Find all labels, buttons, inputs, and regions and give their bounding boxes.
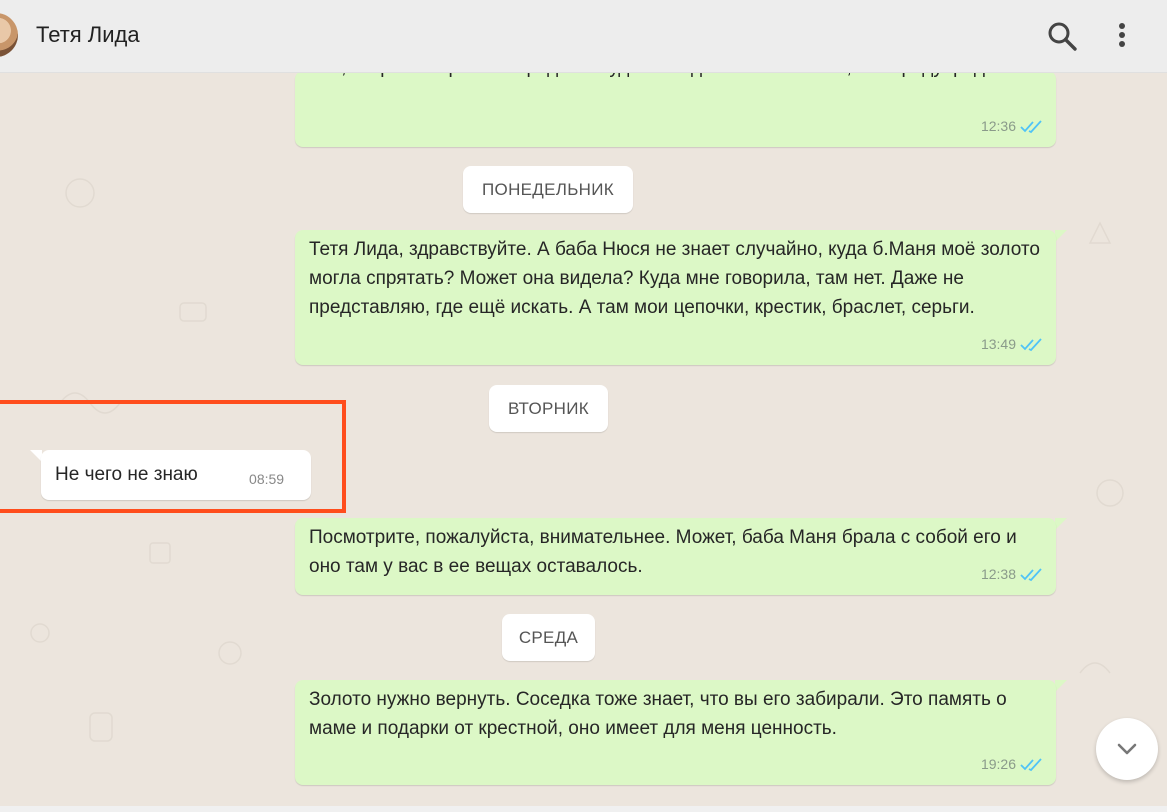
message-text: Золото нужно вернуть. Соседка тоже знает… [309, 689, 1007, 739]
message-meta: 12:36 [981, 112, 1044, 141]
contact-name[interactable]: Тетя Лида [36, 22, 140, 48]
double-check-icon [1020, 119, 1042, 133]
double-check-icon [1020, 337, 1042, 351]
chat-header: Тетя Лида [0, 0, 1167, 73]
message-meta: 12:38 [981, 560, 1044, 589]
bubble-tail [1055, 518, 1067, 530]
scroll-to-bottom-button[interactable] [1096, 718, 1158, 780]
bubble-tail [1055, 680, 1067, 692]
search-icon[interactable] [1044, 18, 1080, 54]
double-check-icon [1020, 567, 1042, 581]
message-time: 12:38 [980, 566, 1016, 582]
chevron-down-icon [1117, 743, 1137, 755]
highlight-annotation-box [0, 400, 346, 513]
outgoing-message[interactable]: Золото нужно вернуть. Соседка тоже знает… [295, 680, 1056, 785]
message-time: 19:26 [980, 756, 1016, 772]
message-text: там, скоро собираюсь. Вроде он туда не х… [309, 73, 1042, 82]
kebab-menu-icon[interactable] [1104, 18, 1140, 54]
message-time: 13:49 [980, 336, 1016, 352]
message-meta: 19:26 [981, 750, 1044, 779]
date-separator: ВТОРНИК [489, 385, 608, 432]
outgoing-message[interactable]: там, скоро собираюсь. Вроде он туда не х… [295, 73, 1056, 147]
bubble-tail [1055, 230, 1067, 242]
composer-edge [0, 806, 1167, 812]
date-separator: СРЕДА [502, 614, 595, 661]
contact-avatar[interactable] [0, 13, 18, 57]
message-meta: 13:49 [981, 330, 1044, 359]
message-time: 12:36 [980, 118, 1016, 134]
outgoing-message[interactable]: Посмотрите, пожалуйста, внимательнее. Мо… [295, 518, 1056, 595]
message-text: Тетя Лида, здравствуйте. А баба Нюся не … [309, 239, 1040, 318]
date-separator: ПОНЕДЕЛЬНИК [463, 166, 633, 213]
message-text: Посмотрите, пожалуйста, внимательнее. Мо… [309, 527, 1017, 577]
double-check-icon [1020, 757, 1042, 771]
outgoing-message[interactable]: Тетя Лида, здравствуйте. А баба Нюся не … [295, 230, 1056, 365]
